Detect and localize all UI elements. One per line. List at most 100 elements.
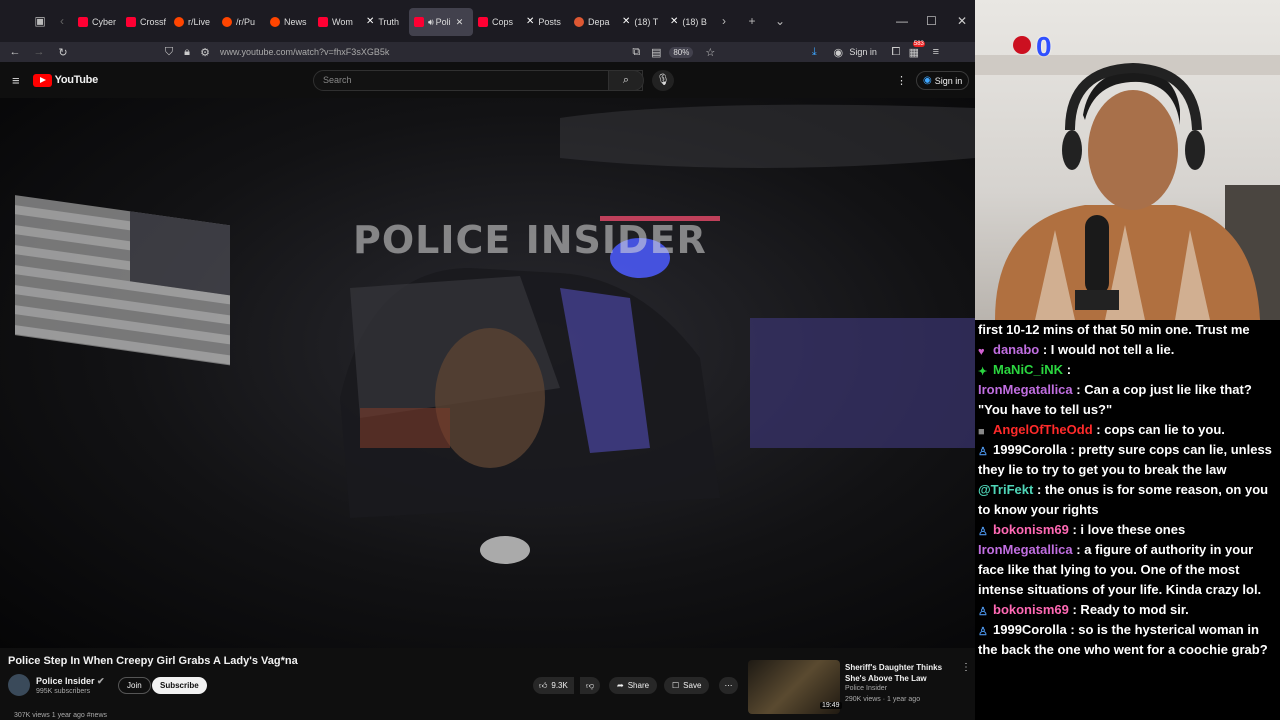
- channel-name[interactable]: Police Insider ✔︎: [36, 676, 105, 687]
- settings-dots-icon[interactable]: ⋮: [896, 74, 907, 87]
- maximize-icon[interactable]: ☐: [926, 14, 937, 28]
- browser-tab[interactable]: Crossf: [121, 8, 169, 36]
- browser-tab[interactable]: Depa: [569, 8, 617, 36]
- reddit-favicon-icon: [270, 17, 280, 27]
- browser-tab[interactable]: Wom: [313, 8, 361, 36]
- account-circle-icon: ◉: [923, 75, 932, 86]
- chat-username[interactable]: @TriFekt: [978, 482, 1033, 497]
- youtube-signin-button[interactable]: ◉ Sign in: [916, 71, 970, 90]
- chat-username[interactable]: 1999Corolla: [993, 622, 1067, 637]
- chat-username[interactable]: AngelOfTheOdd: [993, 422, 1093, 437]
- extensions-icon[interactable]: ⧠: [887, 46, 905, 59]
- tracking-shield-icon[interactable]: ⛉: [160, 46, 178, 59]
- chat-username[interactable]: bokonism69: [993, 522, 1069, 537]
- browser-tab[interactable]: Cyber: [73, 8, 121, 36]
- browser-tab[interactable]: ✕ Truth: [361, 8, 409, 36]
- x-favicon-icon: ✕: [366, 16, 375, 27]
- chat-message: IronMegatallica : Can a cop just lie lik…: [978, 380, 1277, 420]
- picture-in-picture-icon[interactable]: ⧉: [627, 46, 645, 59]
- microphone-icon: 🎙︎: [656, 74, 670, 86]
- chat-username[interactable]: IronMegatallica: [978, 542, 1073, 557]
- chat-username[interactable]: IronMegatallica: [978, 382, 1073, 397]
- youtube-logo[interactable]: YouTube: [32, 73, 99, 87]
- audio-playing-icon[interactable]: 🔊︎: [428, 17, 434, 28]
- forward-icon[interactable]: →: [30, 46, 48, 58]
- x-favicon-icon: ✕: [526, 16, 535, 27]
- recommended-channel[interactable]: Police Insider: [845, 685, 887, 692]
- video-player[interactable]: POLICE INSIDER: [0, 98, 975, 648]
- download-icon[interactable]: ⤓: [805, 46, 823, 59]
- zoom-level[interactable]: 80%: [669, 46, 694, 58]
- permissions-icon[interactable]: ⚙︎: [196, 46, 214, 59]
- save-button[interactable]: ☐ Save: [664, 677, 710, 694]
- browser-tab[interactable]: /r/Pu: [217, 8, 265, 36]
- join-button[interactable]: Join: [118, 677, 151, 694]
- back-icon[interactable]: ←: [6, 46, 24, 58]
- address-bar-url[interactable]: www.youtube.com/watch?v=fhxF3sXGB5k: [220, 47, 389, 57]
- channel-avatar[interactable]: [8, 674, 30, 696]
- tab-label: Posts: [538, 17, 561, 27]
- heart-badge-icon: ♥: [978, 346, 985, 358]
- bookmark-star-icon[interactable]: ☆: [701, 46, 719, 59]
- browser-tab[interactable]: 🔊︎ Poli ✕: [409, 8, 473, 36]
- youtube-play-icon: [32, 73, 52, 87]
- share-button[interactable]: ➦ Share: [609, 677, 658, 694]
- more-icon: ⋯: [724, 681, 733, 690]
- account-icon[interactable]: ◉: [829, 46, 847, 59]
- browser-tab[interactable]: ✕ (18) B: [665, 8, 713, 36]
- voice-search-button[interactable]: 🎙︎: [652, 70, 674, 91]
- streamer-webcam: 0: [975, 0, 1280, 320]
- chat-message: ♙ bokonism69 : i love these ones: [978, 520, 1277, 540]
- recommended-title[interactable]: Sheriff's Daughter Thinks She's Above Th…: [845, 662, 957, 684]
- search-button[interactable]: ⌕: [608, 70, 644, 91]
- tab-label: (18) T: [634, 17, 659, 27]
- youtube-logo-text: YouTube: [54, 74, 99, 86]
- signin-label: Sign in: [934, 75, 963, 86]
- chat-message: ✦ MaNiC_iNK :: [978, 360, 1277, 380]
- subscribe-button[interactable]: Subscribe: [152, 677, 207, 694]
- tab-label: News: [284, 17, 307, 27]
- app-menu-icon[interactable]: ≡: [927, 46, 945, 58]
- recommended-menu-icon[interactable]: ⋮: [961, 662, 971, 673]
- search-input[interactable]: Search: [313, 70, 643, 91]
- scroll-tabs-left-icon[interactable]: ‹: [51, 10, 73, 32]
- verified-icon: ✔︎: [97, 676, 105, 686]
- tab-list-icon[interactable]: ▣: [29, 10, 51, 32]
- new-tab-icon[interactable]: +: [741, 10, 763, 32]
- reader-view-icon[interactable]: ▤: [647, 46, 665, 59]
- extension-badge-icon[interactable]: ▦ 583: [905, 40, 925, 59]
- minimize-icon[interactable]: —: [896, 14, 908, 28]
- close-tab-icon[interactable]: ✕: [456, 17, 464, 28]
- browser-tab-bar: ▣ ‹ Cyber Crossf r/Live/r/Pu News Wom ✕ Truth 🔊…: [0, 0, 975, 42]
- browser-tab[interactable]: ✕ Posts: [521, 8, 569, 36]
- close-window-icon[interactable]: ✕: [957, 14, 967, 28]
- dislike-button[interactable]: 👎︎: [580, 677, 601, 694]
- chat-text: first 10-12 mins of that 50 min one. Tru…: [978, 322, 1250, 337]
- chat-username[interactable]: MaNiC_iNK: [993, 362, 1063, 377]
- chat-username[interactable]: 1999Corolla: [993, 442, 1067, 457]
- like-button[interactable]: 👍︎ 9.3K: [533, 677, 574, 694]
- video-views-line: 307K views 1 year ago #news: [14, 712, 107, 719]
- user-badge-icon: ♙: [978, 626, 988, 638]
- more-actions-button[interactable]: ⋯: [719, 677, 738, 694]
- browser-tab[interactable]: Cops: [473, 8, 521, 36]
- chat-username[interactable]: danabo: [993, 342, 1039, 357]
- browser-signin[interactable]: Sign in: [849, 47, 877, 57]
- chat-username[interactable]: bokonism69: [993, 602, 1069, 617]
- hamburger-menu-icon[interactable]: ≡: [12, 73, 20, 88]
- browser-tab[interactable]: News: [265, 8, 313, 36]
- scroll-tabs-right-icon[interactable]: ›: [713, 10, 735, 32]
- reload-icon[interactable]: ↻: [54, 46, 72, 59]
- browser-tab[interactable]: r/Live: [169, 8, 217, 36]
- tab-dropdown-icon[interactable]: ⌄: [769, 10, 791, 32]
- chat-text: : cops can lie to you.: [1096, 422, 1225, 437]
- youtube-favicon-icon: [414, 17, 424, 27]
- chat-text: :: [1066, 362, 1072, 377]
- youtube-favicon-icon: [126, 17, 136, 27]
- chat-text: : i love these ones: [1072, 522, 1186, 537]
- search-icon: ⌕: [622, 74, 630, 86]
- chat-message: IronMegatallica : a figure of authority …: [978, 540, 1277, 600]
- browser-tab[interactable]: ✕ (18) T: [617, 8, 665, 36]
- lock-icon: 🔒︎: [184, 45, 190, 58]
- downloads-badge: 583: [912, 40, 925, 47]
